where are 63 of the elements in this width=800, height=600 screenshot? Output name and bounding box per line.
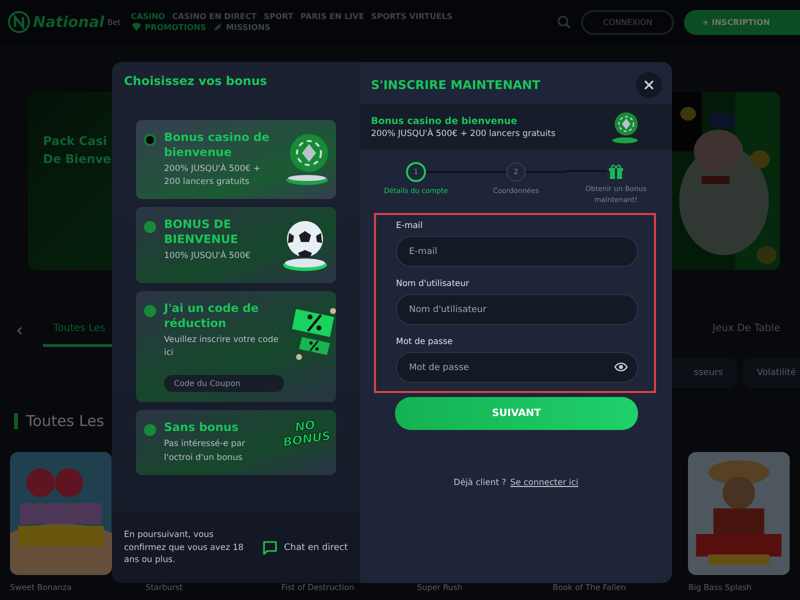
- bonus-description: 100% JUSQU'À 500€: [164, 250, 252, 264]
- bonus-title: Bonus casino de bienvenue: [371, 116, 518, 126]
- radio-button[interactable]: [144, 424, 156, 436]
- banner-title: De Bienve: [43, 152, 112, 166]
- dialog-title: S'INSCRIRE MAINTENANT: [371, 78, 540, 92]
- radio-button[interactable]: [144, 221, 156, 234]
- login-prompt: Déjà client ?: [454, 478, 506, 488]
- previous-arrow[interactable]: ‹: [16, 320, 24, 340]
- login-button[interactable]: CONNEXION: [581, 10, 674, 34]
- coupon-field[interactable]: Code du Coupon: [164, 375, 284, 392]
- bonus-description: 200% JUSQU'À 500€ + 200 lancers gratuits: [164, 162, 262, 190]
- live-chat-link[interactable]: Chat en direct: [262, 540, 348, 556]
- field-label: E-mail: [396, 221, 424, 231]
- nav-link[interactable]: CASINO EN DIRECT: [172, 12, 257, 21]
- banner-title: Pack Casi: [43, 134, 108, 148]
- radio-button[interactable]: [144, 305, 156, 318]
- next-button[interactable]: SUIVANT: [395, 397, 638, 430]
- bonus-option[interactable]: J'ai un code de réduction Veuillez inscrire votre code ici Code du Coupon: [136, 291, 336, 402]
- filter-dropdown[interactable]: Volatilité: [742, 358, 800, 388]
- bonus-title: BONUS DE BIENVENUE: [164, 217, 240, 248]
- bonus-title: J'ai un code de réduction: [164, 301, 260, 332]
- age-notice: En poursuivant, vous confirmez que vous avez 18 ans ou plus.: [124, 528, 245, 567]
- game-title[interactable]: Super Rush: [416, 583, 519, 592]
- input-field[interactable]: E-mail: [396, 236, 638, 267]
- section-title: Toutes Les: [26, 412, 104, 430]
- input-field[interactable]: Nom d'utilisateur: [396, 294, 638, 325]
- login-link[interactable]: Se connecter ici: [510, 478, 578, 488]
- password-field[interactable]: Mot de passe: [396, 352, 638, 383]
- close-icon: [644, 80, 654, 90]
- bonus-heading: Choisissez vos bonus: [123, 73, 268, 88]
- search-icon[interactable]: [557, 15, 572, 29]
- game-title[interactable]: Big Bass Splash: [688, 583, 790, 592]
- bonus-option[interactable]: Sans bonus Pas intéressé-e par l'octroi d'un bonus NO BONUS: [136, 410, 336, 475]
- bonus-option[interactable]: Bonus casino de bienvenue 200% JUSQU'À 500€ + 200 lancers gratuits: [136, 120, 336, 200]
- chat-bubble-icon: [262, 540, 278, 556]
- nav-link[interactable]: PROMOTIONS: [130, 22, 206, 32]
- diamond-icon: [130, 22, 142, 32]
- bonus-description: Veuillez inscrire votre code ici: [164, 334, 280, 360]
- bonus-description: 200% JUSQU'À 500€ + 200 lancers gratuits: [371, 128, 556, 138]
- game-title[interactable]: Starburst: [146, 583, 248, 592]
- register-button[interactable]: + INSCRIPTION: [684, 10, 800, 34]
- logo-text: National: [33, 13, 104, 31]
- category-tab[interactable]: Jeux De Table: [702, 313, 790, 347]
- nav-link[interactable]: MISSIONS: [213, 22, 270, 32]
- bonus-title: Sans bonus: [164, 420, 240, 436]
- eye-icon[interactable]: [614, 362, 628, 372]
- field-label: Nom d'utilisateur: [396, 279, 470, 289]
- radio-button[interactable]: [144, 134, 156, 146]
- close-button[interactable]: [636, 72, 662, 98]
- nav-link[interactable]: CASINO: [130, 12, 166, 21]
- nav-link[interactable]: SPORTS VIRTUELS: [371, 12, 453, 21]
- game-title[interactable]: Sweet Bonanza: [10, 583, 112, 592]
- logo-icon: [8, 11, 30, 33]
- nav-link[interactable]: SPORT: [264, 12, 294, 21]
- bonus-option[interactable]: BONUS DE BIENVENUE 100% JUSQU'À 500€: [136, 207, 336, 284]
- game-title[interactable]: Book of The Fallen: [552, 583, 654, 592]
- bonus-description: Pas intéressé-e par l'octroi d'un bonus: [164, 438, 246, 465]
- nav-link[interactable]: PARIS EN LIVE: [300, 12, 364, 21]
- field-label: Mot de passe: [396, 337, 454, 347]
- game-title[interactable]: Fist of Destruction: [281, 583, 383, 592]
- bonus-title: Bonus casino de bienvenue: [164, 130, 270, 160]
- no-bonus-label: NO BONUS: [281, 417, 332, 449]
- logo-suffix: Bet: [107, 18, 121, 26]
